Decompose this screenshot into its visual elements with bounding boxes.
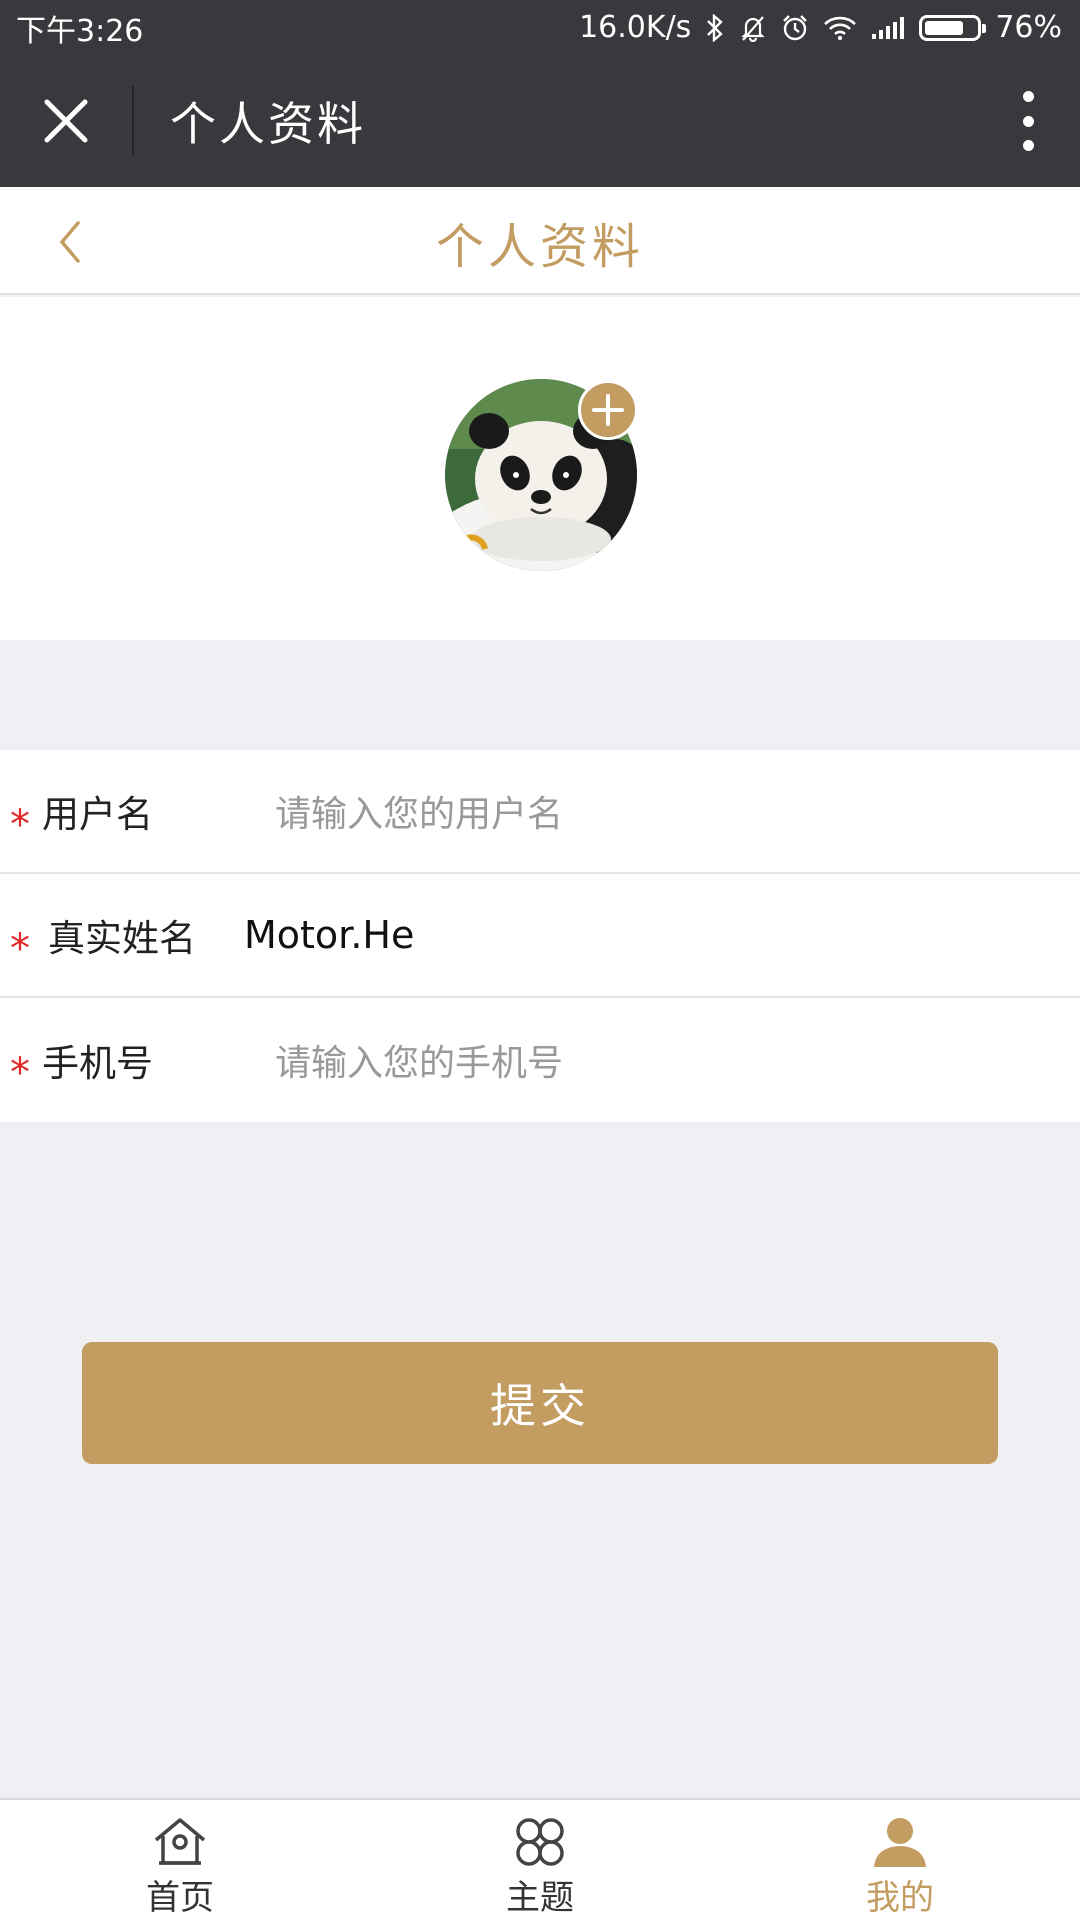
realname-row: * 真实姓名 Motor.He [0, 874, 1080, 998]
mute-bell-icon [739, 14, 767, 42]
close-button[interactable] [0, 55, 132, 187]
signal-icon [871, 16, 905, 40]
battery-icon [919, 14, 987, 41]
tab-mine-label: 我的 [866, 1878, 934, 1918]
alarm-icon [781, 14, 809, 42]
required-mark: * [10, 802, 30, 848]
home-icon [151, 1814, 209, 1870]
nav-title: 个人资料 [170, 97, 366, 151]
network-speed: 16.0K/s [579, 10, 692, 45]
tab-topics-label: 主题 [506, 1878, 574, 1918]
profile-form: * 用户名 请输入您的用户名 * 真实姓名 Motor.He * 手机号 请输入… [0, 750, 1080, 1122]
avatar-section [0, 297, 1080, 640]
submit-button[interactable]: 提交 [82, 1342, 998, 1464]
username-label: 用户名 [42, 793, 153, 836]
phone-input[interactable]: 请输入您的手机号 [275, 1034, 563, 1086]
nav-bar: 个人资料 [0, 55, 1080, 187]
plus-icon [592, 394, 624, 426]
username-input[interactable]: 请输入您的用户名 [275, 785, 563, 837]
battery-percent: 76% [995, 10, 1062, 45]
tab-bar: 首页 主题 我的 [0, 1798, 1080, 1920]
tab-home[interactable]: 首页 [0, 1800, 360, 1920]
add-avatar-button[interactable] [578, 380, 638, 440]
wifi-icon [823, 15, 857, 41]
bluetooth-icon [705, 13, 725, 42]
clover-icon [512, 1814, 568, 1870]
user-icon [870, 1814, 930, 1870]
tab-topics[interactable]: 主题 [360, 1800, 720, 1920]
tab-mine[interactable]: 我的 [720, 1800, 1080, 1920]
status-icons: 16.0K/s 76% [579, 10, 1062, 45]
phone-label: 手机号 [42, 1042, 153, 1085]
tab-home-label: 首页 [146, 1878, 214, 1918]
more-button[interactable] [1016, 91, 1040, 151]
phone-row: * 手机号 请输入您的手机号 [0, 998, 1080, 1122]
status-time: 下午3:26 [16, 13, 144, 49]
status-bar: 下午3:26 16.0K/s 76% [0, 0, 1080, 55]
page-header: 个人资料 [0, 187, 1080, 295]
required-mark: * [10, 1050, 30, 1096]
more-vertical-icon [1022, 91, 1034, 102]
nav-divider [132, 86, 134, 156]
close-icon [44, 99, 88, 143]
username-row: * 用户名 请输入您的用户名 [0, 750, 1080, 874]
required-mark: * [10, 926, 30, 972]
more-dot [1022, 140, 1034, 151]
realname-label: 真实姓名 [48, 917, 196, 960]
realname-input[interactable]: Motor.He [244, 913, 414, 957]
page-title: 个人资料 [435, 219, 644, 275]
more-dot [1022, 115, 1034, 127]
